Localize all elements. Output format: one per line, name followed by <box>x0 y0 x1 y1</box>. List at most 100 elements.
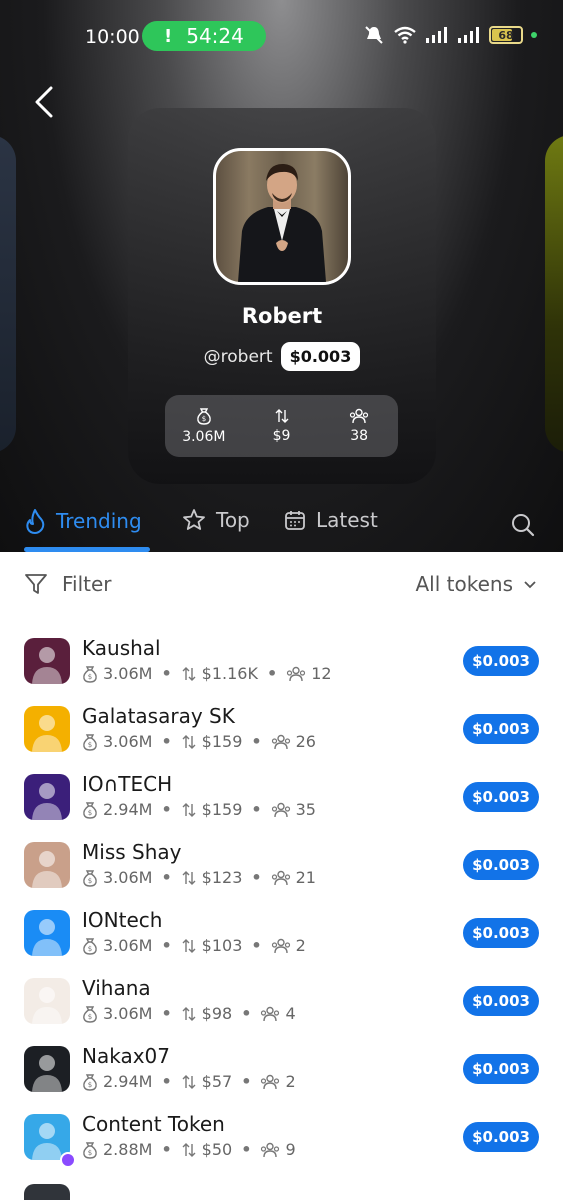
swap-arrows-icon <box>182 1074 196 1089</box>
profile-stats: $ 3.06M $9 38 <box>165 395 398 457</box>
money-bag-icon: $ <box>83 937 97 955</box>
money-bag-icon: $ <box>83 801 97 819</box>
list-item[interactable]: IO∩TECH $ 2.94M • $159 • 35 $0.003 <box>0 764 563 832</box>
search-button[interactable] <box>510 512 536 542</box>
token-market-cap: 2.94M <box>103 800 153 819</box>
token-volume: $159 <box>201 732 243 751</box>
battery-level: 68 <box>498 28 514 42</box>
token-market-cap: 2.94M <box>103 1072 153 1091</box>
profile-avatar[interactable] <box>213 148 351 285</box>
list-item[interactable]: Vihana $ 3.06M • $98 • 4 $0.003 <box>0 968 563 1036</box>
stat-market-cap: $ 3.06M <box>165 395 243 457</box>
token-name: Content Token <box>82 1112 225 1136</box>
separator-dot: • <box>251 936 262 955</box>
status-bar: 10:00 ! 54:24 68 <box>0 18 563 54</box>
token-avatar <box>24 1046 70 1092</box>
token-holders: 35 <box>295 800 316 819</box>
token-avatar <box>24 638 70 684</box>
token-price-button[interactable]: $0.003 <box>463 646 539 676</box>
token-meta: $ 3.06M • $103 • 2 <box>82 936 306 955</box>
money-bag-icon: $ <box>83 869 97 887</box>
filter-button[interactable]: Filter <box>24 572 112 596</box>
feed-tabs: Trending Top Latest <box>0 500 563 552</box>
token-holders: 12 <box>311 664 332 683</box>
token-price-button[interactable]: $0.003 <box>463 782 539 812</box>
holders-icon <box>287 666 306 681</box>
token-name: Galatasaray SK <box>82 704 235 728</box>
token-name: IO∩TECH <box>82 772 173 796</box>
swap-arrows-icon <box>275 409 288 423</box>
wifi-icon <box>394 26 416 44</box>
token-avatar <box>24 706 70 752</box>
holders-icon <box>261 1074 280 1089</box>
profile-name: Robert <box>241 304 323 328</box>
token-market-cap: 3.06M <box>103 664 153 683</box>
filter-row: Filter All tokens <box>0 560 563 612</box>
svg-text:$: $ <box>88 1149 92 1157</box>
list-item[interactable]: Miss Shay $ 3.06M • $123 • 21 $0.003 <box>0 832 563 900</box>
token-price-button[interactable]: $0.003 <box>463 986 539 1016</box>
list-item[interactable]: IONtech $ 3.06M • $103 • 2 $0.003 <box>0 900 563 968</box>
token-price-button[interactable]: $0.003 <box>463 918 539 948</box>
stat-volume: $9 <box>243 395 321 457</box>
previous-profile-card[interactable] <box>0 135 16 453</box>
token-meta: $ 2.88M • $50 • 9 <box>82 1140 296 1159</box>
holders-icon <box>271 938 290 953</box>
privacy-indicator-dot <box>531 32 537 38</box>
svg-text:$: $ <box>88 809 92 817</box>
back-button[interactable] <box>26 82 62 122</box>
profile-hero: 10:00 ! 54:24 68 Robert @robert $0.003 $… <box>0 0 563 552</box>
funnel-icon <box>25 574 47 594</box>
money-bag-icon: $ <box>83 1141 97 1159</box>
tab-top[interactable]: Top <box>182 508 250 532</box>
token-avatar <box>24 910 70 956</box>
svg-text:$: $ <box>88 877 92 885</box>
list-item[interactable]: Nakax07 $ 2.94M • $57 • 2 $0.003 <box>0 1036 563 1104</box>
token-volume: $123 <box>201 868 243 887</box>
alert-icon: ! <box>164 25 173 47</box>
separator-dot: • <box>161 664 172 683</box>
token-market-cap: 3.06M <box>103 936 153 955</box>
token-holders: 4 <box>285 1004 296 1023</box>
token-price-button[interactable]: $0.003 <box>463 1054 539 1084</box>
tab-trending[interactable]: Trending <box>24 508 142 534</box>
separator-dot: • <box>266 664 278 683</box>
list-item[interactable]: Galatasaray SK $ 3.06M • $159 • 26 $0.00… <box>0 696 563 764</box>
token-price-button[interactable]: $0.003 <box>463 714 539 744</box>
token-type-selected: All tokens <box>415 572 514 596</box>
timer-text: 54:24 <box>186 24 244 48</box>
token-avatar-icon <box>24 638 70 684</box>
token-holders: 9 <box>285 1140 296 1159</box>
money-bag-icon: $ <box>83 1073 97 1091</box>
tab-trending-label: Trending <box>56 509 142 533</box>
token-avatar-icon <box>24 842 70 888</box>
svg-text:$: $ <box>202 415 206 423</box>
call-timer-pill[interactable]: ! 54:24 <box>142 21 266 51</box>
token-price-button[interactable]: $0.003 <box>463 850 539 880</box>
filter-label: Filter <box>62 572 112 596</box>
separator-dot: • <box>161 1072 172 1091</box>
list-item[interactable]: Kaushal $ 3.06M • $1.16K • 12 $0.003 <box>0 628 563 696</box>
separator-dot: • <box>161 1140 172 1159</box>
profile-price-chip[interactable]: $0.003 <box>280 342 361 371</box>
token-meta: $ 3.06M • $1.16K • 12 <box>82 664 332 683</box>
holders-icon <box>271 870 290 885</box>
separator-dot: • <box>161 732 172 751</box>
money-bag-icon: $ <box>196 408 211 425</box>
separator-dot: • <box>251 800 262 819</box>
stat-market-cap-value: 3.06M <box>182 429 226 445</box>
token-holders: 2 <box>295 936 306 955</box>
token-price-button[interactable]: $0.003 <box>463 1122 539 1152</box>
token-avatar <box>24 978 70 1024</box>
next-profile-card[interactable] <box>545 135 563 453</box>
tab-latest[interactable]: Latest <box>284 508 378 532</box>
separator-dot: • <box>161 1004 172 1023</box>
token-type-dropdown[interactable]: All tokens <box>416 572 538 596</box>
separator-dot: • <box>241 1140 252 1159</box>
separator-dot: • <box>241 1072 252 1091</box>
verified-badge-icon <box>60 1152 76 1168</box>
swap-arrows-icon <box>182 1006 196 1021</box>
list-item[interactable]: Content Token $ 2.88M • $50 • 9 $0.003 <box>0 1104 563 1172</box>
token-avatar-icon <box>24 910 70 956</box>
stat-holders-value: 38 <box>350 428 369 444</box>
